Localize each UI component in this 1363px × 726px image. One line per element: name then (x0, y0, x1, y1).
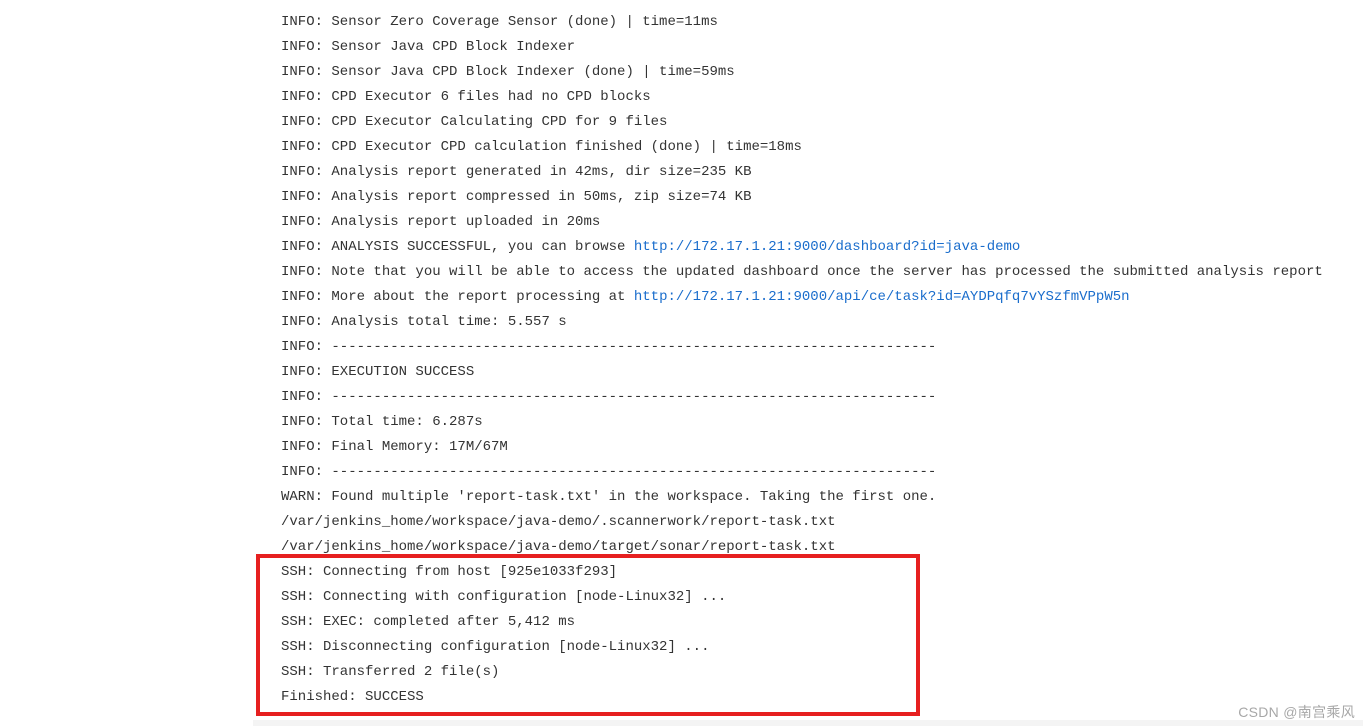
log-text: INFO: Analysis report generated in 42ms,… (281, 164, 751, 180)
console-output[interactable]: INFO: Sensor Zero Coverage Sensor (done)… (253, 0, 1363, 720)
log-line: Finished: SUCCESS (281, 685, 1335, 710)
log-line: /var/jenkins_home/workspace/java-demo/.s… (281, 510, 1335, 535)
log-line: INFO: CPD Executor CPD calculation finis… (281, 135, 1335, 160)
log-line: INFO: ----------------------------------… (281, 335, 1335, 360)
log-line: INFO: ANALYSIS SUCCESSFUL, you can brows… (281, 235, 1335, 260)
log-line: INFO: Total time: 6.287s (281, 410, 1335, 435)
log-text: SSH: Disconnecting configuration [node-L… (281, 639, 709, 655)
log-text: INFO: Sensor Java CPD Block Indexer (don… (281, 64, 735, 80)
log-line: INFO: Note that you will be able to acce… (281, 260, 1335, 285)
log-text: INFO: More about the report processing a… (281, 289, 634, 305)
log-line: INFO: More about the report processing a… (281, 285, 1335, 310)
log-text: /var/jenkins_home/workspace/java-demo/.s… (281, 514, 836, 530)
log-line: WARN: Found multiple 'report-task.txt' i… (281, 485, 1335, 510)
log-text: SSH: Transferred 2 file(s) (281, 664, 499, 680)
log-text: INFO: CPD Executor CPD calculation finis… (281, 139, 802, 155)
log-text: INFO: Analysis total time: 5.557 s (281, 314, 567, 330)
log-line: INFO: ----------------------------------… (281, 385, 1335, 410)
sidebar (0, 0, 253, 726)
log-text: INFO: EXECUTION SUCCESS (281, 364, 474, 380)
log-line: /var/jenkins_home/workspace/java-demo/ta… (281, 535, 1335, 560)
log-text: INFO: ANALYSIS SUCCESSFUL, you can brows… (281, 239, 634, 255)
log-line: INFO: Analysis total time: 5.557 s (281, 310, 1335, 335)
log-text: INFO: ----------------------------------… (281, 339, 936, 355)
watermark: CSDN @南宫乘风 (1238, 702, 1355, 722)
log-text: WARN: Found multiple 'report-task.txt' i… (281, 489, 936, 505)
log-text: SSH: EXEC: completed after 5,412 ms (281, 614, 575, 630)
log-text: INFO: Sensor Zero Coverage Sensor (done)… (281, 14, 718, 30)
log-text: SSH: Connecting with configuration [node… (281, 589, 726, 605)
log-link[interactable]: http://172.17.1.21:9000/api/ce/task?id=A… (634, 289, 1130, 305)
log-line: INFO: Analysis report uploaded in 20ms (281, 210, 1335, 235)
log-text: SSH: Connecting from host [925e1033f293] (281, 564, 617, 580)
log-text: Finished: SUCCESS (281, 689, 424, 705)
log-text: INFO: Analysis report compressed in 50ms… (281, 189, 751, 205)
log-line: SSH: EXEC: completed after 5,412 ms (281, 610, 1335, 635)
log-line: INFO: Analysis report compressed in 50ms… (281, 185, 1335, 210)
log-line: INFO: Sensor Java CPD Block Indexer (281, 35, 1335, 60)
log-text: INFO: Total time: 6.287s (281, 414, 483, 430)
log-line: INFO: Sensor Java CPD Block Indexer (don… (281, 60, 1335, 85)
log-line: SSH: Disconnecting configuration [node-L… (281, 635, 1335, 660)
log-link[interactable]: http://172.17.1.21:9000/dashboard?id=jav… (634, 239, 1020, 255)
log-text: INFO: CPD Executor Calculating CPD for 9… (281, 114, 667, 130)
log-text: INFO: ----------------------------------… (281, 464, 936, 480)
log-line: INFO: CPD Executor 6 files had no CPD bl… (281, 85, 1335, 110)
log-text: INFO: Final Memory: 17M/67M (281, 439, 508, 455)
log-text: INFO: Analysis report uploaded in 20ms (281, 214, 600, 230)
log-line: INFO: ----------------------------------… (281, 460, 1335, 485)
log-text: INFO: Note that you will be able to acce… (281, 264, 1323, 280)
log-line: INFO: CPD Executor Calculating CPD for 9… (281, 110, 1335, 135)
log-text: INFO: ----------------------------------… (281, 389, 936, 405)
log-line: SSH: Transferred 2 file(s) (281, 660, 1335, 685)
log-line: INFO: Sensor Zero Coverage Sensor (done)… (281, 10, 1335, 35)
log-line: INFO: EXECUTION SUCCESS (281, 360, 1335, 385)
log-text: INFO: Sensor Java CPD Block Indexer (281, 39, 575, 55)
log-line: INFO: Analysis report generated in 42ms,… (281, 160, 1335, 185)
log-text: /var/jenkins_home/workspace/java-demo/ta… (281, 539, 836, 555)
log-line: SSH: Connecting with configuration [node… (281, 585, 1335, 610)
log-line: INFO: Final Memory: 17M/67M (281, 435, 1335, 460)
log-line: SSH: Connecting from host [925e1033f293] (281, 560, 1335, 585)
log-text: INFO: CPD Executor 6 files had no CPD bl… (281, 89, 651, 105)
